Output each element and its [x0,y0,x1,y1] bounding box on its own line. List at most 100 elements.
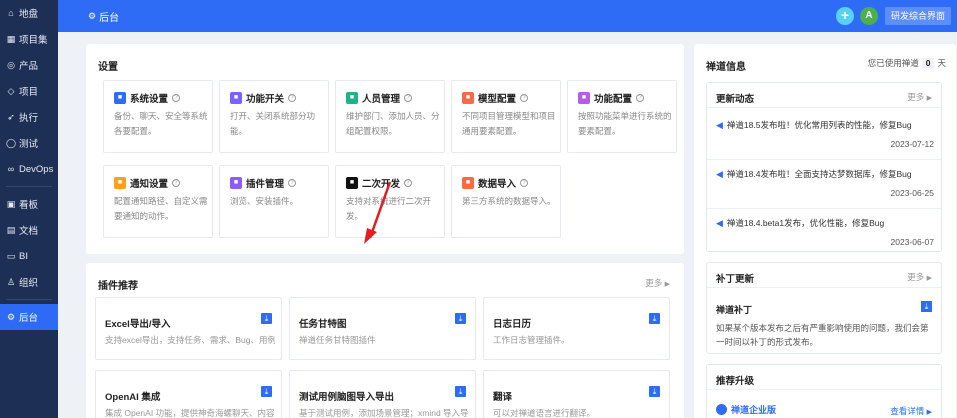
download-icon[interactable]: ⤓ [261,386,272,397]
plugin-card[interactable]: 测试用例脑图导入导出 ⤓ 基于测试用例，添加场景管理；xmind 导入导 [289,370,476,418]
download-icon[interactable]: ⤓ [649,386,660,397]
sidebar-item-4[interactable]: ➶ 执行 [0,104,58,130]
sidebar-item-1[interactable]: ▦ 项目集 [0,26,58,52]
update-item-date: 2023-06-07 [890,237,934,247]
avatar[interactable]: A [860,7,878,25]
update-item[interactable]: ◀ 禅道18.4.beta1发布，优化性能，修复Bug 2023-06-07 [716,217,934,248]
sidebar-item-label: 文档 [19,226,39,237]
download-icon[interactable]: ⤓ [921,301,932,312]
help-icon[interactable]: ? [404,94,413,102]
org-icon: ♙ [6,276,16,287]
toggle-icon: ■ [230,92,242,104]
sidebar-item-8[interactable]: ▤ 文档 [0,217,58,243]
plugin-card[interactable]: 翻译 ⤓ 可以对禅道语言进行翻译。 [483,370,670,418]
sidebar-item-label: 执行 [19,113,39,124]
plugin-name: OpenAI 集成 [105,392,161,403]
update-item-title: ◀ 禅道18.5发布啦！优化常用列表的性能，修复Bug [716,119,934,131]
settings-card[interactable]: ■ 功能配置? 按照功能菜单进行系统的要素配置。 [567,80,677,153]
updates-more-link[interactable]: 更多 ▶ [907,91,932,103]
help-icon[interactable]: ? [636,94,645,102]
upgrade-panel: 推荐升级 禅道企业版 查看详情 ▶ [706,364,942,418]
sidebar-item-label: DevOps [19,163,54,175]
usage-suffix: 天 [937,58,946,68]
sidebar-item-5[interactable]: ◯ 测试 [0,130,58,156]
plugin-card[interactable]: 任务甘特图 ⤓ 禅道任务甘特图插件 [289,297,476,360]
update-item-title: ◀ 禅道18.4发布啦！全面支持达梦数据库，修复Bug [716,168,934,180]
caret-right-icon: ▶ [926,95,932,102]
zentao-info-title: 禅道信息 [706,62,746,73]
settings-card[interactable]: ■ 通知设置? 配置通知路径、自定义需要通知的动作。 [103,165,213,238]
home-icon: ⌂ [8,8,14,18]
download-icon[interactable]: ⤓ [455,313,466,324]
sidebar-item-0[interactable]: ⌂ 地盘 [0,0,58,26]
upgrade-item[interactable]: 禅道企业版 [716,403,776,416]
settings-card-header: ■ 通知设置? [114,176,181,190]
plugin-desc: 工作日志管理插件。 [493,335,570,345]
update-item[interactable]: ◀ 禅道18.5发布啦！优化常用列表的性能，修复Bug 2023-07-12 [716,119,934,150]
settings-card-desc: 打开、关闭系统部分功能。 [230,111,316,136]
patches-more-link[interactable]: 更多 ▶ [907,271,932,283]
settings-card[interactable]: ■ 功能开关? 打开、关闭系统部分功能。 [219,80,329,153]
plugins-more-link[interactable]: 更多 ▶ [645,277,670,289]
upgrade-title: 推荐升级 [716,376,755,387]
notify-icon: ■ [114,177,126,189]
plugin-desc: 禅道任务甘特图插件 [299,335,376,345]
settings-card-name: 功能配置 [594,94,633,105]
settings-card-name: 功能开关 [246,94,285,105]
upgrade-details-link[interactable]: 查看详情 ▶ [890,405,932,417]
plugin-card[interactable]: Excel导出/导入 ⤓ 支持excel导出，支持任务、需求、Bug、用例 [95,297,282,360]
plugin-card[interactable]: OpenAI 集成 ⤓ 集成 OpenAI 功能，提供神奇海螺聊天、内容 [95,370,282,418]
settings-card-desc: 第三方系统的数据导入。 [462,196,556,206]
patch-item-title[interactable]: 禅道补丁 [716,303,752,316]
usage-prefix: 您已使用禅道 [867,58,919,68]
download-icon[interactable]: ⤓ [455,386,466,397]
patches-panel: 补丁更新 更多 ▶ 禅道补丁 ⤓ 如果某个版本发布之后有严重影响使用的问题，我们… [706,262,942,354]
update-item-text: 禅道18.4发布啦！全面支持达梦数据库，修复Bug [726,169,912,179]
zentao-logo-icon [716,404,727,415]
plugin-recommend-panel: 插件推荐 更多 ▶ Excel导出/导入 ⤓ 支持excel导出，支持任务、需求、B… [86,263,684,418]
sidebar-item-9[interactable]: ▭ BI [0,243,58,269]
sidebar-item-11[interactable]: ⚙ 后台 [0,304,58,330]
update-item-text: 禅道18.5发布啦！优化常用列表的性能，修复Bug [726,120,912,130]
settings-card-header: ■ 系统设置? [114,91,181,105]
create-plus-button[interactable]: + [836,7,854,25]
help-icon[interactable]: ? [520,179,529,187]
caret-right-icon: ▶ [664,281,670,288]
plugin-name: 任务甘特图 [299,319,347,330]
update-item[interactable]: ◀ 禅道18.4发布啦！全面支持达梦数据库，修复Bug 2023-06-25 [716,168,934,199]
plugin-desc: 集成 OpenAI 功能，提供神奇海螺聊天、内容 [105,408,275,418]
settings-card[interactable]: ■ 人员管理? 维护部门、添加人员、分组配置权限。 [335,80,445,153]
settings-card-desc: 按照功能菜单进行系统的要素配置。 [578,111,672,136]
help-icon[interactable]: ? [172,94,181,102]
sidebar-item-10[interactable]: ♙ 组织 [0,269,58,295]
help-icon[interactable]: ? [288,179,297,187]
help-icon[interactable]: ? [172,179,181,187]
help-icon[interactable]: ? [288,94,297,102]
sidebar-item-6[interactable]: ∞ DevOps [0,156,58,182]
plugin-name: Excel导出/导入 [105,319,171,330]
settings-card[interactable]: ■ 模型配置? 不同项目管理模型和项目通用要素配置。 [451,80,561,153]
sidebar-item-3[interactable]: ◇ 项目 [0,78,58,104]
settings-card-desc: 不同项目管理模型和项目通用要素配置。 [462,111,556,136]
divider [707,159,941,160]
plugin-name: 翻译 [493,392,513,403]
download-icon[interactable]: ⤓ [649,313,660,324]
download-icon[interactable]: ⤓ [261,313,272,324]
settings-card[interactable]: ■ 系统设置? 备份、聊天、安全等系统各要配置。 [103,80,213,153]
settings-card-header: ■ 功能开关? [230,91,297,105]
sidebar-item-2[interactable]: ◎ 产品 [0,52,58,78]
sidebar-item-7[interactable]: ▣ 看板 [0,191,58,217]
code-icon: ■ [346,177,358,189]
settings-card-name: 人员管理 [362,94,401,105]
sidebar: ⌂ 地盘 ▦ 项目集 ◎ 产品 ◇ 项目 ➶ 执行 ◯ 测试 ∞ DevOps ▣ 看板 ▤ 文档 ▭ BI ♙ 组织 ⚙ 后… [0,0,58,418]
devops-icon: ∞ [7,164,15,174]
switch-interface-button[interactable]: 研发综合界面 [885,7,951,25]
settings-card[interactable]: ■ 插件管理? 浏览、安装插件。 [219,165,329,238]
settings-card[interactable]: ■ 数据导入? 第三方系统的数据导入。 [451,165,561,238]
plugin-card[interactable]: 日志日历 ⤓ 工作日志管理插件。 [483,297,670,360]
help-icon[interactable]: ? [520,94,529,102]
sidebar-item-label: 地盘 [19,9,39,20]
update-item-date: 2023-06-25 [890,188,934,198]
plugin-desc: 基于测试用例，添加场景管理；xmind 导入导 [299,408,469,418]
help-icon[interactable]: ? [404,179,413,187]
